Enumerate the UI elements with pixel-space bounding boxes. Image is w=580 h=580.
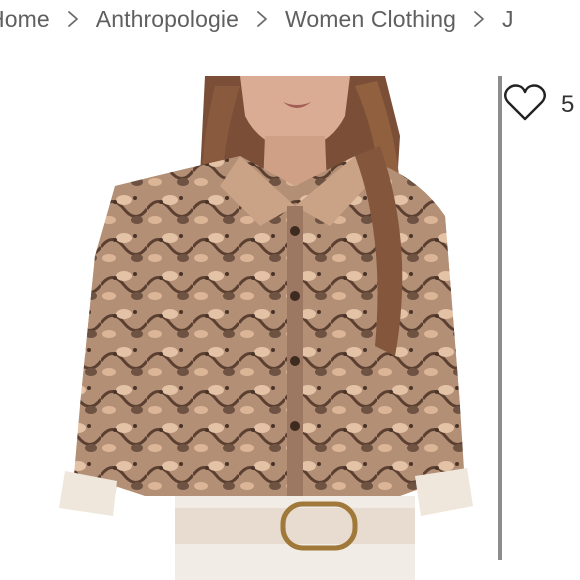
breadcrumb-subcategory[interactable]: J	[502, 6, 514, 33]
breadcrumb-category[interactable]: Women Clothing	[285, 6, 456, 33]
chevron-right-icon	[50, 10, 96, 28]
chevron-right-icon	[456, 10, 502, 28]
breadcrumb: Home Anthropologie Women Clothing J	[0, 0, 514, 38]
content-divider	[498, 76, 502, 560]
chevron-right-icon	[239, 10, 285, 28]
breadcrumb-brand[interactable]: Anthropologie	[96, 6, 239, 33]
product-image[interactable]	[55, 76, 478, 580]
like-button[interactable]: 5	[503, 80, 574, 130]
heart-outline-icon	[503, 83, 547, 128]
breadcrumb-home[interactable]: Home	[0, 6, 50, 33]
like-count: 5	[561, 91, 575, 118]
